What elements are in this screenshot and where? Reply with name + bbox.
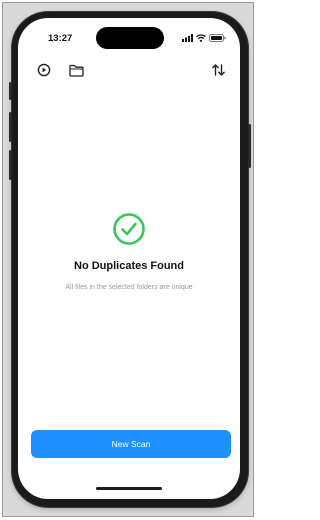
home-indicator — [96, 487, 162, 490]
checkmark-circle-icon — [113, 213, 145, 245]
empty-state-subtitle: All files in the selected folders are un… — [65, 284, 193, 291]
battery-icon — [209, 29, 226, 47]
status-time: 13:27 — [48, 33, 73, 44]
volume-up-button — [9, 112, 12, 142]
action-button — [9, 82, 12, 100]
app-screen: 13:27 No Duplicates Found All files in t… — [18, 18, 240, 499]
new-scan-button[interactable]: New Scan — [31, 430, 231, 458]
wifi-icon — [196, 29, 206, 47]
sort-icon[interactable] — [210, 62, 226, 78]
signal-icon — [182, 29, 193, 47]
history-icon[interactable] — [36, 62, 52, 78]
power-button — [248, 124, 251, 168]
new-scan-label: New Scan — [111, 439, 151, 449]
empty-state-title: No Duplicates Found — [74, 260, 184, 272]
volume-down-button — [9, 150, 12, 180]
status-icons — [182, 33, 226, 43]
dynamic-island — [96, 27, 164, 49]
folder-icon[interactable] — [68, 62, 84, 78]
